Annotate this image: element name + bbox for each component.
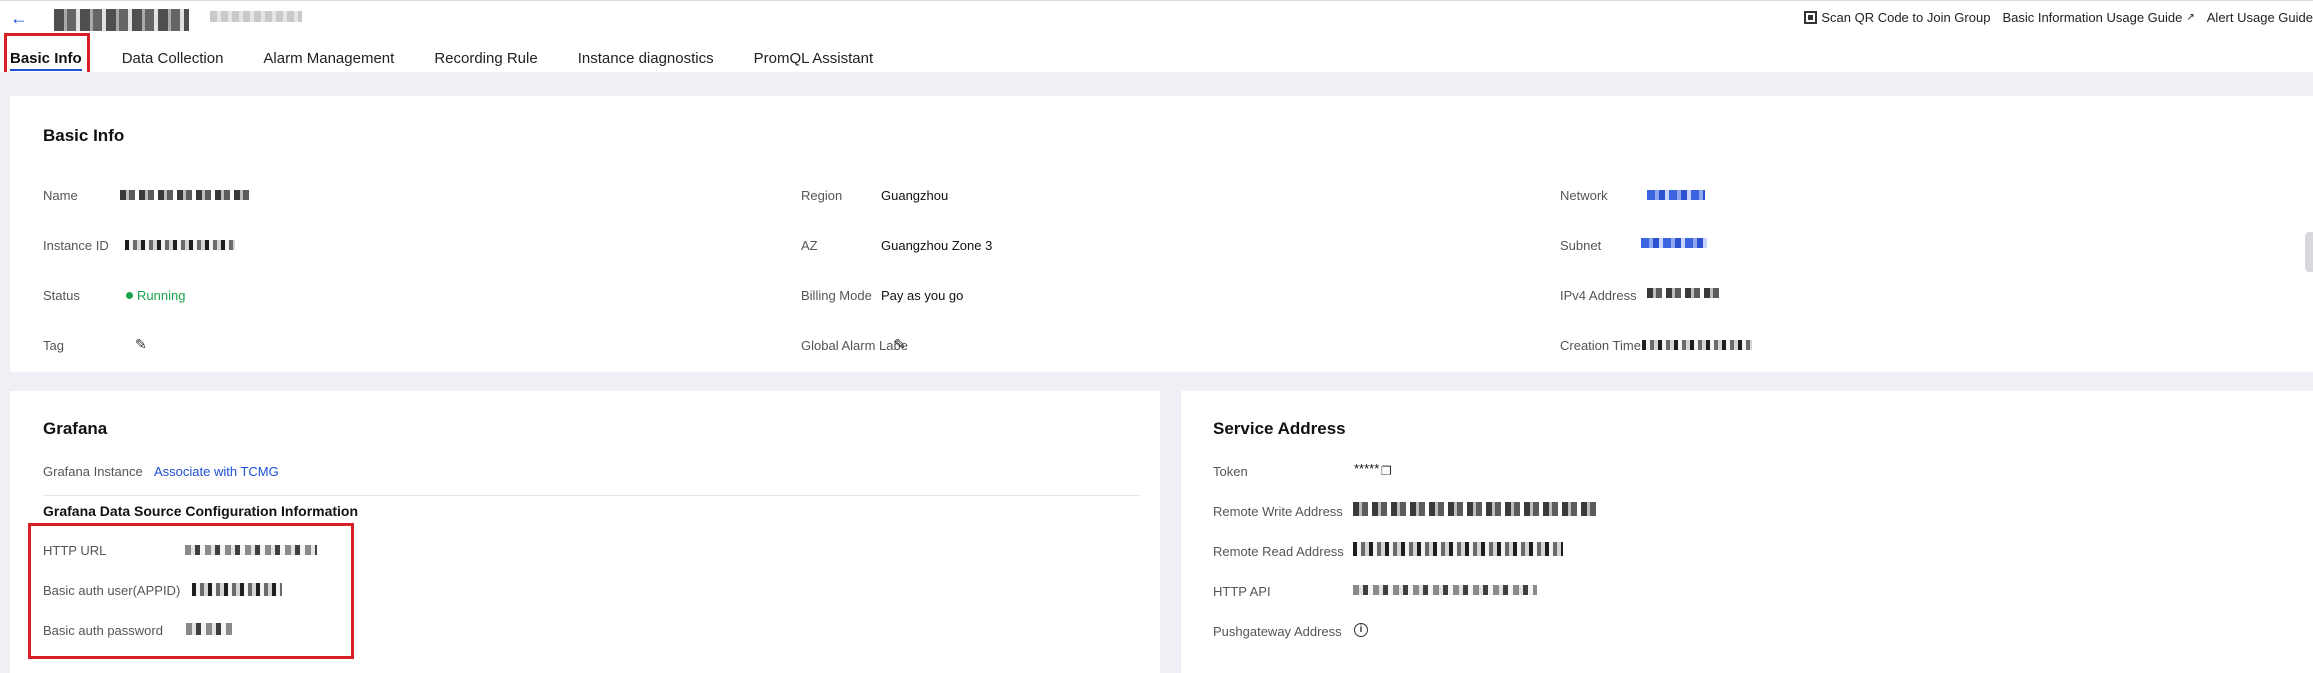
creation-time-value-redacted bbox=[1642, 340, 1752, 350]
instance-title-redacted bbox=[54, 9, 189, 31]
remote-write-value-redacted bbox=[1353, 502, 1599, 516]
grafana-instance-label: Grafana Instance bbox=[43, 464, 143, 479]
region-label: Region bbox=[801, 188, 843, 203]
qr-code-icon bbox=[1804, 11, 1818, 24]
edit-global-alarm-pencil-icon[interactable]: ✎ bbox=[894, 336, 906, 353]
creation-time-label: Creation Time bbox=[1560, 338, 1641, 353]
join-group-label: Scan QR Code to Join Group bbox=[1821, 10, 1991, 25]
tab-promql-assistant[interactable]: PromQL Assistant bbox=[754, 45, 874, 73]
tag-label: Tag bbox=[43, 338, 64, 353]
status-value: Running bbox=[137, 288, 186, 303]
tab-recording-rule[interactable]: Recording Rule bbox=[434, 45, 537, 73]
basic-guide-label: Basic Information Usage Guide bbox=[2002, 10, 2183, 25]
highlight-box-datasource bbox=[28, 523, 354, 659]
remote-read-value-redacted bbox=[1353, 542, 1563, 556]
network-value-redacted[interactable] bbox=[1647, 190, 1705, 200]
instance-id-label: Instance ID bbox=[43, 238, 109, 253]
header-links: Scan QR Code to Join Group Basic Informa… bbox=[1792, 10, 2313, 25]
info-icon[interactable]: i bbox=[1354, 623, 1368, 637]
http-api-value-redacted bbox=[1353, 585, 1537, 595]
external-link-icon: ↗ bbox=[2186, 12, 2195, 23]
datasource-config-title: Grafana Data Source Configuration Inform… bbox=[43, 503, 359, 519]
token-label: Token bbox=[1213, 464, 1248, 479]
name-label: Name bbox=[43, 188, 78, 203]
edit-tag-pencil-icon[interactable]: ✎ bbox=[135, 336, 147, 353]
service-address-card: Service Address Token ***** ❐ Remote Wri… bbox=[1181, 391, 2313, 673]
associate-tcmg-link[interactable]: Associate with TCMG bbox=[154, 464, 279, 479]
region-value: Guangzhou bbox=[881, 188, 949, 203]
tab-instance-diagnostics[interactable]: Instance diagnostics bbox=[578, 45, 714, 73]
ipv4-label: IPv4 Address bbox=[1560, 288, 1637, 303]
grafana-title: Grafana bbox=[43, 419, 108, 438]
instance-subtitle-redacted bbox=[210, 11, 302, 22]
alert-guide-label: Alert Usage Guide bbox=[2206, 10, 2313, 25]
ipv4-value-redacted bbox=[1647, 288, 1723, 298]
grafana-card: Grafana Grafana Instance Associate with … bbox=[10, 391, 1160, 673]
subnet-label: Subnet bbox=[1560, 238, 1602, 253]
remote-write-label: Remote Write Address bbox=[1213, 504, 1343, 519]
tab-data-collection[interactable]: Data Collection bbox=[122, 45, 224, 73]
basic-guide-link[interactable]: Basic Information Usage Guide ↗ bbox=[2002, 10, 2194, 25]
global-alarm-label: Global Alarm Labe bbox=[801, 338, 908, 353]
http-api-label: HTTP API bbox=[1213, 584, 1271, 599]
status-badge: Running bbox=[126, 288, 185, 303]
pushgateway-label: Pushgateway Address bbox=[1213, 624, 1342, 639]
page-header: ← Basic Info Data Collection Alarm Manag… bbox=[0, 0, 2313, 83]
billing-mode-label: Billing Mode bbox=[801, 288, 872, 303]
status-label: Status bbox=[43, 288, 80, 303]
basic-info-title: Basic Info bbox=[43, 126, 125, 145]
alert-guide-link[interactable]: Alert Usage Guide bbox=[2207, 10, 2313, 25]
token-value: ***** bbox=[1354, 461, 1380, 476]
basic-info-card: Basic Info Name Instance ID Status Runni… bbox=[10, 96, 2313, 372]
az-value: Guangzhou Zone 3 bbox=[881, 238, 993, 253]
instance-id-value-redacted bbox=[125, 240, 235, 250]
network-label: Network bbox=[1560, 188, 1608, 203]
scrollbar-handle[interactable] bbox=[2305, 232, 2313, 272]
remote-read-label: Remote Read Address bbox=[1213, 544, 1344, 559]
tab-bar: Basic Info Data Collection Alarm Managem… bbox=[0, 45, 913, 73]
name-value-redacted bbox=[120, 190, 250, 200]
tab-alarm-management[interactable]: Alarm Management bbox=[263, 45, 394, 73]
service-address-title: Service Address bbox=[1213, 419, 1346, 438]
billing-mode-value: Pay as you go bbox=[881, 288, 964, 303]
subnet-value-redacted[interactable] bbox=[1641, 238, 1707, 248]
join-group-link[interactable]: Scan QR Code to Join Group bbox=[1804, 10, 1990, 25]
main-content: Basic Info Name Instance ID Status Runni… bbox=[0, 72, 2313, 673]
az-label: AZ bbox=[801, 238, 818, 253]
grafana-divider bbox=[43, 495, 1140, 496]
status-dot-icon bbox=[126, 292, 133, 299]
back-arrow-icon[interactable]: ← bbox=[10, 9, 30, 29]
copy-token-icon[interactable]: ❐ bbox=[1381, 464, 1392, 478]
